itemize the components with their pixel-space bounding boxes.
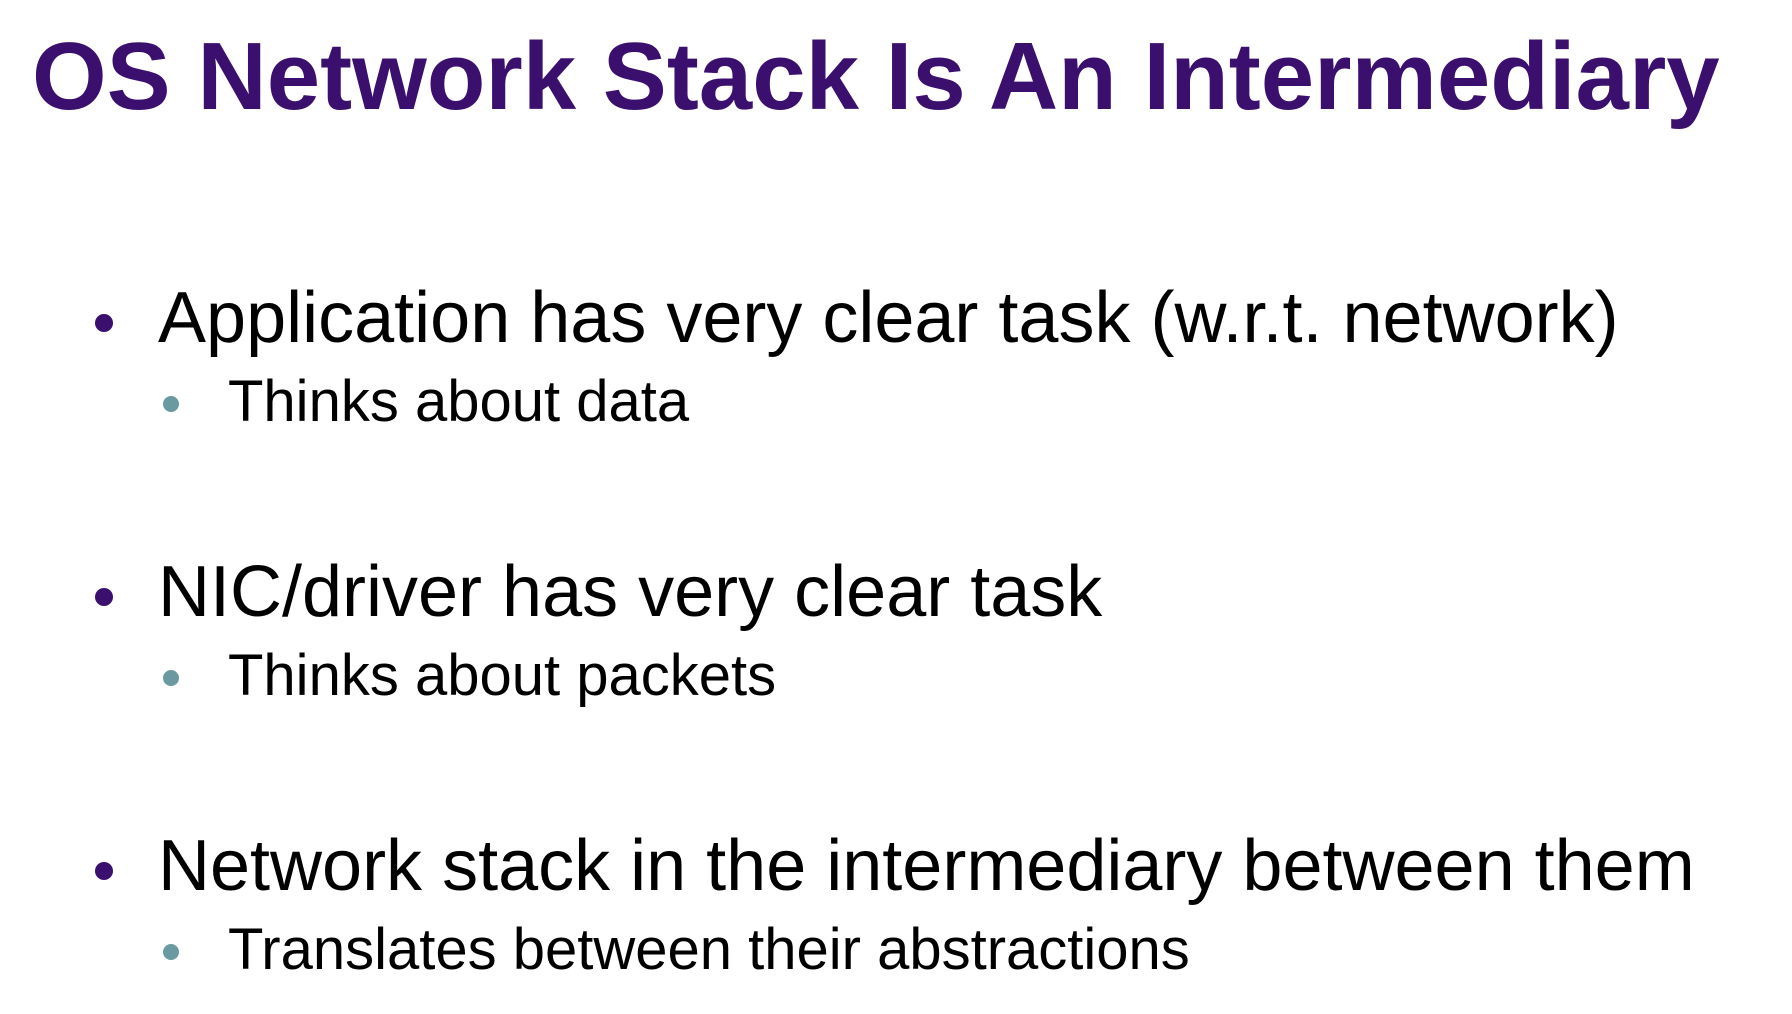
bullet-line: Network stack in the intermediary betwee… [0, 826, 1792, 906]
bullet-line: Application has very clear task (w.r.t. … [0, 278, 1792, 358]
bullet-list: Application has very clear task (w.r.t. … [0, 0, 1792, 1014]
bullet-text: NIC/driver has very clear task [158, 552, 1103, 632]
sub-bullet-line: Translates between their abstractions [0, 918, 1792, 982]
sub-bullet-text: Thinks about packets [228, 643, 777, 708]
bullet-text: Network stack in the intermediary betwee… [158, 826, 1695, 906]
sub-bullet-dot-icon [163, 670, 179, 686]
sub-bullet-line: Thinks about packets [0, 644, 1792, 708]
bullet-line: NIC/driver has very clear task [0, 552, 1792, 632]
sub-bullet-text: Thinks about data [228, 369, 690, 434]
sub-bullet-line: Thinks about data [0, 370, 1792, 434]
bullet-text: Application has very clear task (w.r.t. … [158, 278, 1619, 358]
sub-bullet-dot-icon [163, 396, 179, 412]
bullet-dot-icon [95, 314, 113, 332]
bullet-dot-icon [95, 862, 113, 880]
sub-bullet-dot-icon [163, 944, 179, 960]
bullet-dot-icon [95, 588, 113, 606]
sub-bullet-text: Translates between their abstractions [228, 917, 1190, 982]
slide: OS Network Stack Is An Intermediary Appl… [0, 0, 1792, 1014]
